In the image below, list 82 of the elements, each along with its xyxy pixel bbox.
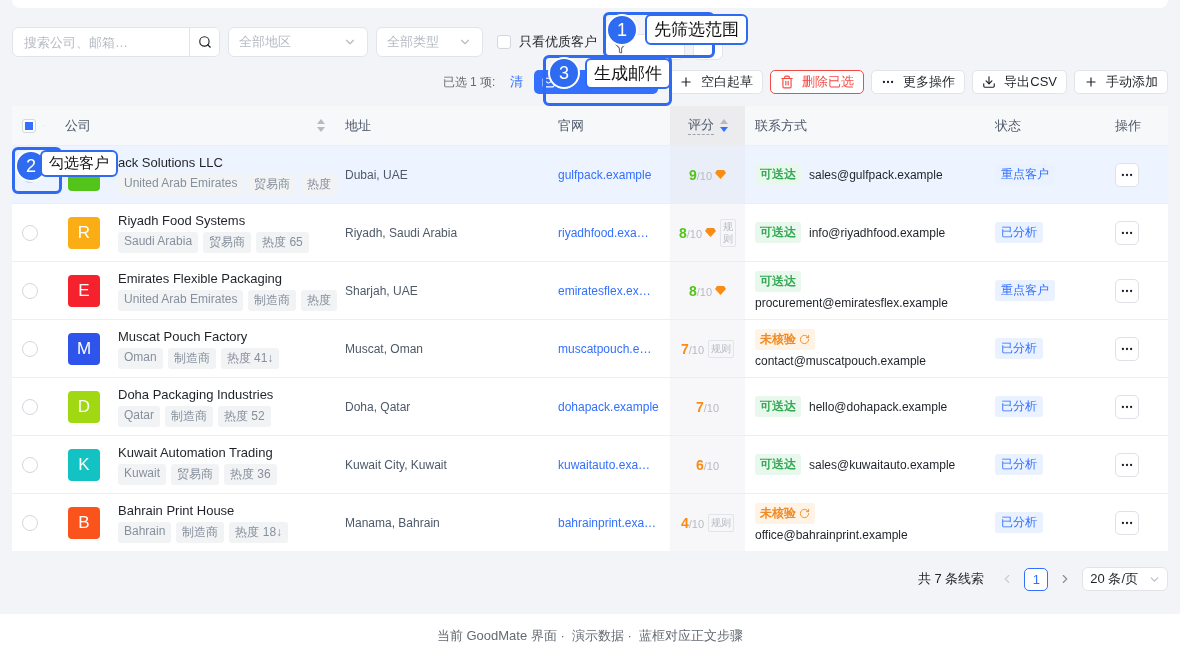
email-text: procurement@emiratesflex.example bbox=[755, 296, 948, 310]
status-tag: 已分析 bbox=[995, 454, 1043, 475]
address-text: Riyadh, Saudi Arabia bbox=[345, 225, 458, 240]
company-tag: Saudi Arabia bbox=[118, 231, 199, 253]
company-tag: 制造商 bbox=[176, 521, 225, 543]
address-text: Sharjah, UAE bbox=[345, 283, 418, 298]
address-text: Manama, Bahrain bbox=[345, 515, 440, 530]
status-tag: 已分析 bbox=[995, 396, 1043, 417]
company-tag: 热度 36 bbox=[224, 463, 277, 485]
score-text: 6/10 bbox=[695, 456, 720, 473]
address-text: Kuwait City, Kuwait bbox=[345, 457, 447, 472]
total-count: 共 7 条线索 bbox=[917, 570, 985, 588]
address-text: Muscat, Oman bbox=[345, 341, 424, 356]
address-text: Dubai, UAE bbox=[345, 167, 408, 182]
score-text: 7/10 bbox=[695, 398, 720, 415]
score-text: 7/10 bbox=[680, 340, 705, 357]
column-header: 联系方式 bbox=[755, 116, 807, 135]
company-name: Emirates Flexible Packaging bbox=[118, 270, 284, 286]
company-tag: Bahrain bbox=[118, 521, 172, 543]
column-header: 公司 bbox=[65, 116, 91, 135]
address-text: Doha, Qatar bbox=[345, 399, 411, 414]
company-tag: Oman bbox=[118, 347, 163, 369]
company-tag: Qatar bbox=[118, 405, 160, 427]
column-header: 操作 bbox=[1115, 116, 1141, 135]
status-tag: 已分析 bbox=[995, 512, 1043, 533]
selection-count: 已选 1 项: bbox=[442, 73, 496, 91]
deliverability-tag: 未核验 bbox=[755, 329, 815, 350]
company-name: ack Solutions LLC bbox=[118, 154, 224, 170]
email-text: office@bahrainprint.example bbox=[755, 528, 908, 542]
company-name: Bahrain Print House bbox=[118, 502, 236, 518]
column-header: 评分 bbox=[687, 116, 714, 135]
step-label-tooltip: 生成邮件 bbox=[585, 58, 671, 89]
status-tag: 已分析 bbox=[995, 338, 1043, 359]
company-tag: 热度 41↓ bbox=[220, 347, 280, 369]
deliverability-tag: 未核验 bbox=[755, 503, 815, 524]
step-label-tooltip: 先筛选范围 bbox=[645, 14, 748, 45]
email-text: contact@muscatpouch.example bbox=[755, 354, 926, 368]
score-text: 4/10 bbox=[680, 514, 705, 531]
footer-text: 当前 GoodMate 界面 · 演示数据 · 蓝框对应正文步骤 bbox=[436, 626, 744, 645]
deliverability-tag: 可送达 bbox=[755, 454, 801, 475]
company-tag: United Arab Emirates bbox=[118, 289, 244, 311]
company-name: Kuwait Automation Trading bbox=[118, 444, 274, 460]
email-text: sales@gulfpack.example bbox=[809, 167, 943, 182]
company-tag: 热度 bbox=[301, 289, 338, 311]
deliverability-tag: 可送达 bbox=[755, 164, 801, 185]
column-header: 地址 bbox=[345, 116, 371, 135]
company-tag: Kuwait bbox=[118, 463, 167, 485]
company-avatar: K bbox=[68, 448, 100, 481]
company-tag: United Arab Emirates bbox=[118, 173, 244, 195]
company-name: Muscat Pouch Factory bbox=[118, 328, 249, 344]
company-avatar: B bbox=[68, 506, 100, 539]
company-tag: 贸易商 bbox=[171, 463, 220, 485]
deliverability-tag: 可送达 bbox=[755, 396, 801, 417]
email-text: hello@dohapack.example bbox=[809, 399, 948, 414]
company-tag: 制造商 bbox=[167, 347, 216, 369]
company-tag: 热度 52 bbox=[218, 405, 271, 427]
status-tag: 已分析 bbox=[995, 222, 1043, 243]
status-tag: 重点客户 bbox=[995, 280, 1055, 301]
company-avatar: R bbox=[68, 216, 100, 249]
company-tag: 制造商 bbox=[165, 405, 213, 427]
score-text: 8/10 bbox=[688, 282, 713, 299]
column-header: 官网 bbox=[558, 116, 584, 135]
company-avatar: E bbox=[68, 274, 100, 307]
company-name: Doha Packaging Industries bbox=[118, 386, 274, 402]
email-text: sales@kuwaitauto.example bbox=[809, 457, 956, 472]
company-tag: 贸易商 bbox=[248, 173, 297, 195]
company-tag: 制造商 bbox=[248, 289, 297, 311]
deliverability-tag: 可送达 bbox=[755, 222, 801, 243]
company-avatar: D bbox=[68, 390, 100, 423]
company-avatar: M bbox=[68, 332, 100, 365]
score-text: 8/10 bbox=[678, 224, 703, 241]
company-tag: 热度 18↓ bbox=[229, 521, 289, 543]
deliverability-tag: 可送达 bbox=[755, 271, 801, 292]
company-name: Riyadh Food Systems bbox=[118, 212, 247, 228]
company-tag: 贸易商 bbox=[203, 231, 252, 253]
status-tag: 重点客户 bbox=[995, 164, 1055, 185]
score-text: 9/10 bbox=[688, 166, 713, 183]
column-header: 状态 bbox=[995, 116, 1021, 135]
step-label-tooltip: 勾选客户 bbox=[40, 150, 118, 177]
company-tag: 热度 bbox=[301, 173, 338, 195]
email-text: info@riyadhfood.example bbox=[809, 225, 946, 240]
company-tag: 热度 65 bbox=[256, 231, 309, 253]
